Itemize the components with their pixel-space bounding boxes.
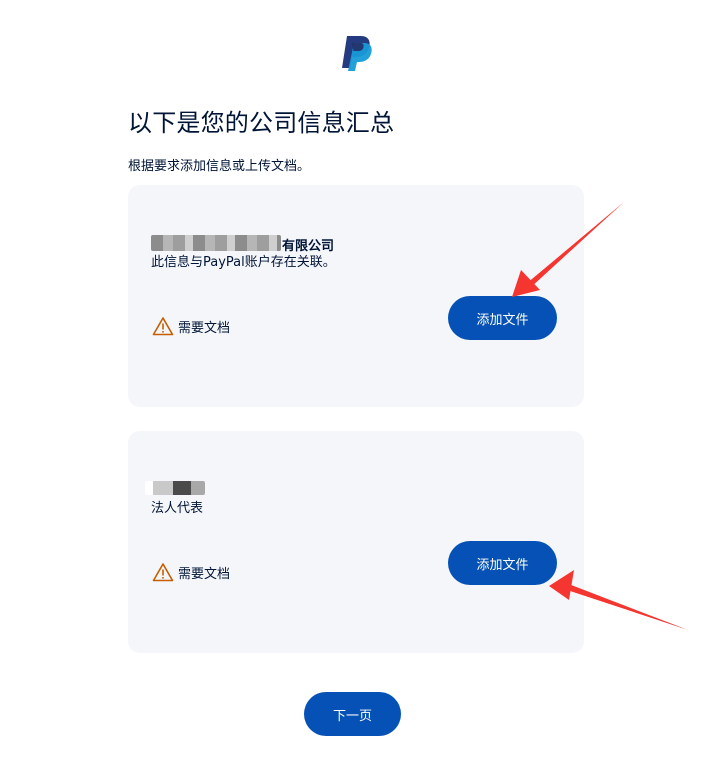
document-required-label: 需要文档	[178, 566, 231, 582]
document-required-label: 需要文档	[178, 320, 231, 336]
page-subtitle: 根据要求添加信息或上传文档。	[128, 159, 311, 174]
redacted-name-mask	[145, 481, 205, 495]
legal-representative-card: 法人代表 需要文档 添加文件	[128, 431, 584, 653]
next-page-button[interactable]: 下一页	[304, 692, 401, 736]
representative-role: 法人代表	[151, 501, 204, 516]
company-description: 此信息与PayPal账户存在关联。	[151, 255, 336, 270]
add-file-button-representative[interactable]: 添加文件	[448, 541, 557, 585]
page-title: 以下是您的公司信息汇总	[128, 109, 395, 137]
redacted-name-mask	[151, 235, 281, 251]
document-required-status: 需要文档	[152, 562, 230, 582]
warning-icon	[152, 563, 174, 582]
company-info-card: 有限公司 此信息与PayPal账户存在关联。 需要文档 添加文件	[128, 185, 584, 407]
warning-icon	[152, 317, 174, 336]
document-required-status: 需要文档	[152, 316, 230, 336]
paypal-logo-icon	[342, 36, 372, 71]
add-file-button-company[interactable]: 添加文件	[448, 296, 557, 340]
